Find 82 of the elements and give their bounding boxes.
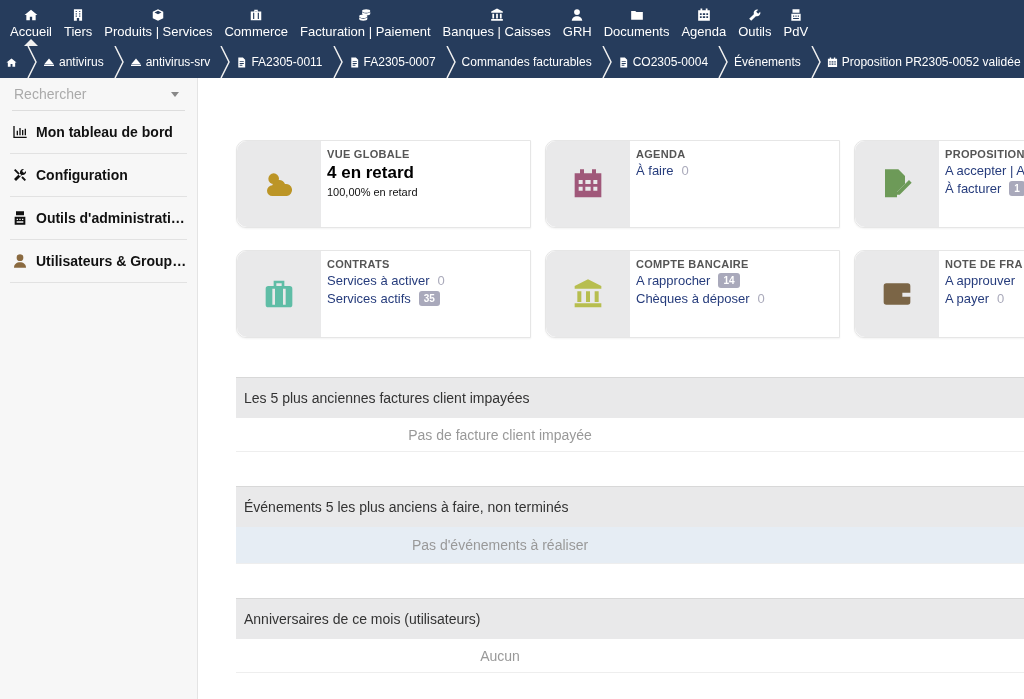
- box-link[interactable]: Chèques à déposer: [636, 291, 750, 306]
- chevron-separator: [445, 46, 456, 78]
- section-header: Anniversaires de ce mois (utilisateurs): [236, 598, 1024, 639]
- empty-row: Pas d'événements à réaliser: [236, 527, 1024, 564]
- menu-tab[interactable]: Agenda: [675, 0, 733, 46]
- chevron-separator: [601, 46, 612, 78]
- empty-row: Aucun: [236, 639, 1024, 673]
- wrench-icon: [747, 7, 762, 22]
- menu-tab[interactable]: PdV: [777, 0, 815, 46]
- menu-tab[interactable]: Documents: [597, 0, 676, 46]
- calendar-icon: [696, 7, 711, 22]
- cube-icon: [151, 7, 166, 22]
- menu-tab[interactable]: GRH: [556, 0, 598, 46]
- box-link[interactable]: A approuver: [945, 273, 1016, 288]
- section-header: Les 5 plus anciennes factures client impayées: [236, 377, 1024, 418]
- home-icon: [6, 56, 17, 68]
- box-title: AGENDA: [636, 148, 687, 160]
- menu-tab[interactable]: Produits | Services: [98, 0, 219, 46]
- briefcase-icon: [249, 7, 264, 22]
- document-icon: [236, 56, 248, 68]
- breadcrumb-link[interactable]: antivirus-srv: [123, 46, 221, 78]
- bank-icon: [489, 7, 504, 22]
- chevron-separator: [332, 46, 343, 78]
- sidebar-item[interactable]: Utilisateurs & Group…: [10, 240, 187, 283]
- box-title: CONTRATS: [327, 258, 391, 270]
- user-icon: [12, 253, 28, 269]
- box-title: PROPOSITION: [945, 148, 1024, 160]
- count-text: 0: [997, 291, 1005, 306]
- count-text: 0: [681, 163, 689, 178]
- search-field[interactable]: Rechercher: [12, 78, 185, 111]
- sidebar-item[interactable]: Configuration: [10, 154, 187, 197]
- chevron-separator: [220, 46, 231, 78]
- breadcrumb-link[interactable]: antivirus: [37, 46, 114, 78]
- section-header: Événements 5 les plus anciens à faire, non terminés: [236, 486, 1024, 527]
- menu-tab[interactable]: Outils: [732, 0, 778, 46]
- box-link[interactable]: Services à activer: [327, 273, 430, 288]
- document-icon: [348, 56, 360, 68]
- empty-row: Pas de facture client impayée: [236, 418, 1024, 452]
- menu-tab[interactable]: Facturation | Paiement: [294, 0, 437, 46]
- breadcrumb-link[interactable]: FA2305-0007: [342, 46, 446, 78]
- box-link[interactable]: A payer: [945, 291, 990, 306]
- box-link[interactable]: À facturer: [945, 181, 1002, 196]
- breadcrumb-link[interactable]: CO2305-0004: [611, 46, 719, 78]
- eject-icon: [43, 56, 55, 68]
- chevron-separator: [810, 46, 821, 78]
- calendar-icon: [826, 56, 838, 68]
- box-link[interactable]: A rapprocher: [636, 273, 711, 288]
- register-icon: [788, 7, 803, 22]
- calendar-icon: [572, 168, 604, 200]
- document-icon: [617, 56, 629, 68]
- sidebar-item[interactable]: Outils d'administrati…: [10, 197, 187, 240]
- server-icon: [12, 210, 28, 226]
- menu-tab[interactable]: Banques | Caisses: [436, 0, 557, 46]
- box-title: COMPTE BANCAIRE: [636, 258, 750, 270]
- breadcrumb-link[interactable]: Commandes facturables: [455, 46, 602, 78]
- chevron-separator: [718, 46, 729, 78]
- menu-tab[interactable]: Tiers: [57, 0, 99, 46]
- box-link[interactable]: Services actifs: [327, 291, 411, 306]
- bank-icon: [572, 278, 604, 310]
- chart-icon: [12, 124, 28, 140]
- coins-icon: [358, 7, 373, 22]
- breadcrumb-link[interactable]: Proposition PR2305-0052 validée: [820, 46, 1024, 78]
- count-text: 0: [757, 291, 765, 306]
- user-icon: [570, 7, 585, 22]
- count-badge: 1: [1009, 181, 1024, 196]
- tools-icon: [12, 167, 28, 183]
- box-title: NOTE DE FRA: [945, 258, 1023, 270]
- box-subline: 100,00% en retard: [327, 186, 418, 198]
- breadcrumb-link[interactable]: FA2305-0011: [230, 46, 333, 78]
- breadcrumb-link[interactable]: Événements: [728, 46, 811, 78]
- eject-icon: [129, 56, 142, 68]
- home-icon: [23, 7, 38, 22]
- caret-icon: [171, 92, 179, 97]
- count-badge: 14: [718, 273, 740, 288]
- box-headline: 4 en retard: [327, 163, 415, 183]
- count-text: 0: [437, 273, 445, 288]
- sidebar-item[interactable]: Mon tableau de bord: [10, 111, 187, 154]
- box-link[interactable]: À faire: [636, 163, 674, 178]
- menu-tab[interactable]: Commerce: [218, 0, 295, 46]
- box-title: VUE GLOBALE: [327, 148, 411, 160]
- count-badge: 35: [418, 291, 440, 306]
- suitcase-icon: [263, 278, 295, 310]
